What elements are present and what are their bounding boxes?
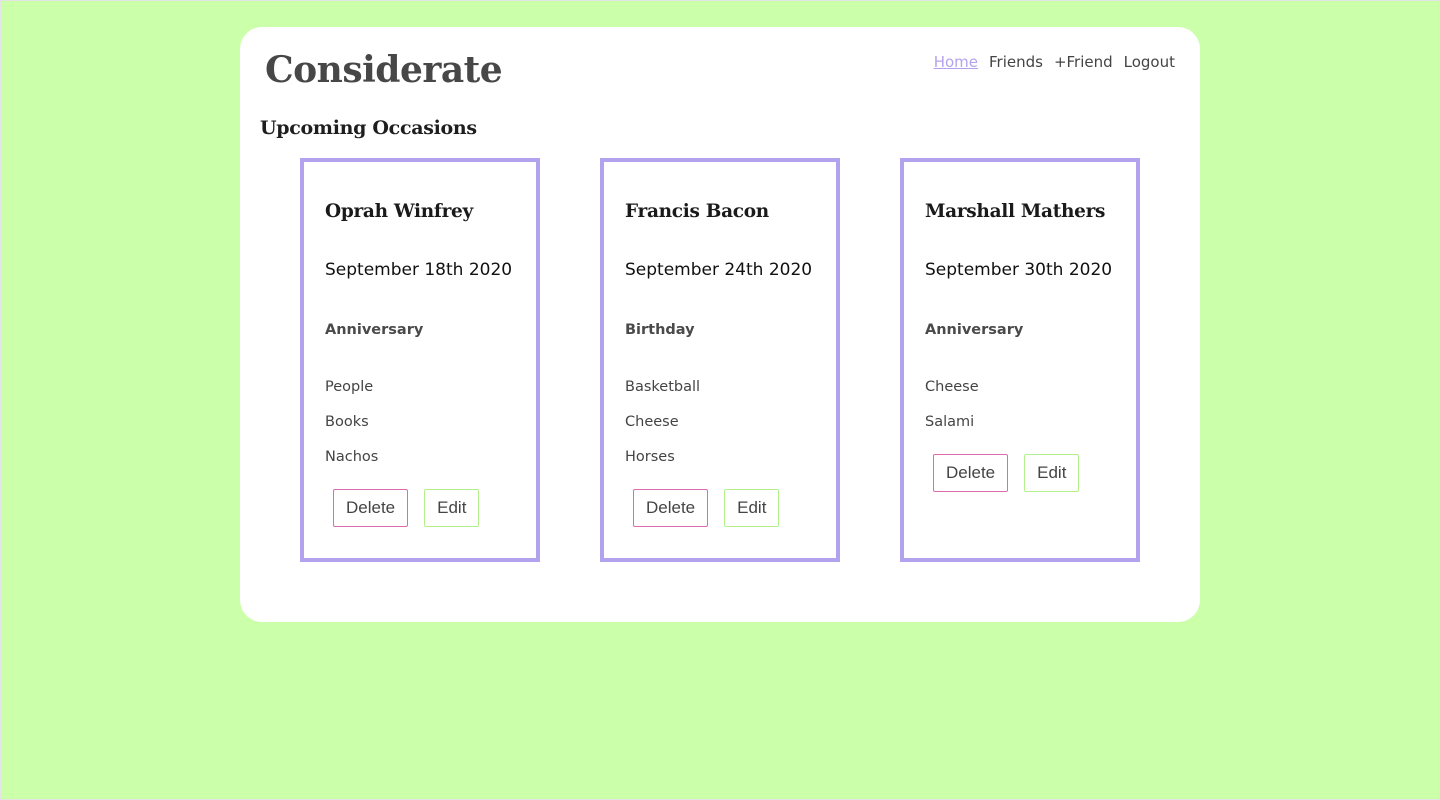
- interests-list: Cheese Salami: [925, 378, 979, 448]
- interest-item: Horses: [625, 449, 675, 465]
- interests-list: Basketball Cheese Horses: [625, 378, 700, 483]
- interest-item: Nachos: [325, 449, 379, 465]
- edit-button[interactable]: Edit: [1024, 454, 1080, 492]
- occasion-type: Birthday: [625, 322, 695, 338]
- nav-logout-link[interactable]: Logout: [1124, 53, 1175, 71]
- nav-friends-link[interactable]: Friends: [989, 53, 1043, 71]
- occasion-date: September 18th 2020: [325, 260, 513, 280]
- occasion-date: September 24th 2020: [625, 260, 813, 280]
- occasion-card: Francis Bacon September 24th 2020 Birthd…: [600, 158, 840, 562]
- interests-list: People Books Nachos: [325, 378, 378, 483]
- interest-item: Cheese: [925, 379, 979, 395]
- occasion-card: Oprah Winfrey September 18th 2020 Annive…: [300, 158, 540, 562]
- delete-button[interactable]: Delete: [333, 489, 409, 527]
- occasion-type: Anniversary: [925, 322, 1024, 338]
- occasion-type: Anniversary: [325, 322, 424, 338]
- occasion-card: Marshall Mathers September 30th 2020 Ann…: [900, 158, 1140, 562]
- section-title: Upcoming Occasions: [260, 117, 477, 139]
- card-actions: Delete Edit: [633, 489, 780, 527]
- main-nav: Home Friends +Friend Logout: [934, 53, 1175, 71]
- interest-item: Books: [325, 414, 369, 430]
- app-title: Considerate: [265, 49, 503, 91]
- interest-item: People: [325, 379, 374, 395]
- friend-name: Oprah Winfrey: [325, 201, 473, 222]
- friend-name: Marshall Mathers: [925, 201, 1106, 222]
- delete-button[interactable]: Delete: [633, 489, 709, 527]
- main-panel: Considerate Home Friends +Friend Logout …: [240, 27, 1200, 622]
- nav-add-friend-link[interactable]: +Friend: [1054, 53, 1113, 71]
- card-actions: Delete Edit: [933, 454, 1080, 492]
- nav-home-link[interactable]: Home: [934, 53, 978, 71]
- friend-name: Francis Bacon: [625, 201, 769, 222]
- delete-button[interactable]: Delete: [933, 454, 1009, 492]
- edit-button[interactable]: Edit: [424, 489, 480, 527]
- edit-button[interactable]: Edit: [724, 489, 780, 527]
- interest-item: Cheese: [625, 414, 679, 430]
- interest-item: Salami: [925, 414, 975, 430]
- card-actions: Delete Edit: [333, 489, 480, 527]
- occasion-date: September 30th 2020: [925, 260, 1113, 280]
- interest-item: Basketball: [625, 379, 701, 395]
